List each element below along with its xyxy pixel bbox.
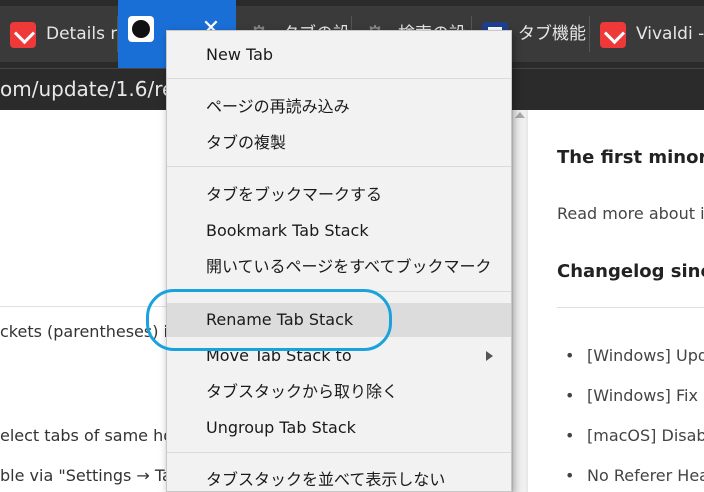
tab-context-menu: New Tab ページの再読み込み タブの複製 タブをブックマークする Book…	[166, 30, 512, 492]
list-item: [macOS] Disab	[565, 426, 704, 445]
scrollbar[interactable]	[512, 110, 526, 492]
menu-separator	[167, 291, 511, 292]
menu-item-bookmark-tab[interactable]: タブをブックマークする	[167, 178, 511, 212]
vivaldi-icon	[600, 22, 626, 48]
menu-item-ungroup-tab-stack[interactable]: Ungroup Tab Stack	[167, 411, 511, 445]
tab-label: タブ機能	[518, 24, 586, 44]
menu-item-new-tab[interactable]: New Tab	[167, 38, 511, 72]
list-item: No Referer Hea	[565, 466, 704, 485]
url-field[interactable]: om/update/1.6/reln	[0, 69, 193, 111]
submenu-arrow-icon	[486, 351, 493, 361]
menu-separator	[167, 452, 511, 453]
paragraph: Read more about i	[557, 204, 704, 223]
divider-line	[0, 306, 170, 307]
menu-item-reload[interactable]: ページの再読み込み	[167, 90, 511, 124]
list-item: [Windows] Fix	[565, 386, 698, 405]
content-line: ble via "Settings → Ta	[0, 466, 172, 485]
list-item: [Windows] Upd	[565, 346, 704, 365]
content-line: ckets (parentheses) in	[0, 322, 179, 341]
menu-item-bookmark-tab-stack[interactable]: Bookmark Tab Stack	[167, 214, 511, 248]
content-line: elect tabs of same ho	[0, 426, 174, 445]
section-heading: Changelog sinc	[557, 261, 704, 282]
tab-label: Vivaldi -	[636, 24, 704, 44]
right-pane: The first minor Read more about i Change…	[528, 110, 704, 492]
menu-separator	[167, 166, 511, 167]
menu-item-bookmark-all[interactable]: 開いているページをすべてブックマーク	[167, 250, 511, 284]
tab-label: Details n	[46, 24, 118, 44]
tab-vivaldi[interactable]: Vivaldi -	[590, 6, 704, 62]
scroll-up-icon[interactable]	[515, 112, 525, 118]
vivaldi-icon	[10, 22, 36, 48]
tab-details[interactable]: Details n	[0, 6, 118, 62]
section-heading: The first minor	[557, 147, 704, 168]
menu-separator	[167, 78, 511, 79]
menu-item-tile-tab-stack[interactable]: タブスタックを並べて表示しない	[167, 463, 511, 491]
menu-item-rename-tab-stack[interactable]: Rename Tab Stack	[167, 303, 511, 337]
menu-item-remove-from-stack[interactable]: タブスタックから取り除く	[167, 375, 511, 409]
menu-item-label: Move Tab Stack to	[206, 346, 352, 365]
menu-item-clone-tab[interactable]: タブの複製	[167, 126, 511, 160]
menu-item-move-tab-stack[interactable]: Move Tab Stack to	[167, 339, 511, 373]
globe-icon	[128, 16, 154, 42]
divider-line	[557, 307, 704, 308]
